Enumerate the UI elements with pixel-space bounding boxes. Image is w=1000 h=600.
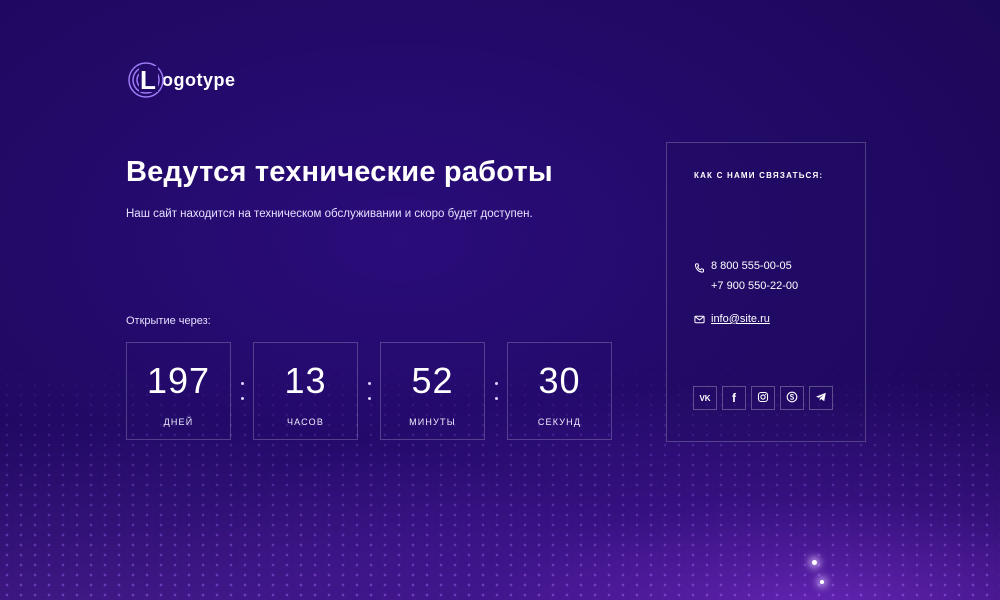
countdown-unit: ДНЕЙ (163, 417, 194, 427)
countdown-minutes: 52 МИНУТЫ (380, 342, 485, 440)
telegram-icon (815, 391, 827, 406)
vk-icon: VK (699, 393, 711, 403)
contact-heading: КАК С НАМИ СВЯЗАТЬСЯ: (694, 171, 824, 180)
countdown-value: 52 (411, 360, 454, 401)
countdown-value: 30 (538, 360, 581, 401)
logo[interactable]: L ogotype (128, 62, 236, 98)
countdown-separator (485, 342, 507, 440)
logo-text: ogotype (162, 69, 236, 90)
social-links: VK f (693, 386, 833, 410)
facebook-icon: f (732, 391, 736, 405)
countdown-unit: МИНУТЫ (409, 417, 456, 427)
countdown-unit: ЧАСОВ (286, 417, 325, 427)
countdown-value: 197 (146, 360, 211, 401)
page-subtitle: Наш сайт находится на техническом обслуж… (126, 208, 533, 220)
countdown-separator (358, 342, 380, 440)
vk-button[interactable]: VK (693, 386, 717, 410)
phone-link[interactable]: +7 900 550-22-00 (711, 276, 798, 296)
instagram-icon (757, 391, 769, 406)
countdown-separator (231, 342, 253, 440)
contact-card: КАК С НАМИ СВЯЗАТЬСЯ: 8 800 555-00-05 +7… (666, 142, 866, 442)
phone-icon (694, 261, 705, 273)
skype-button[interactable] (780, 386, 804, 410)
sparkle (820, 580, 824, 584)
mail-icon (694, 314, 705, 325)
telegram-button[interactable] (809, 386, 833, 410)
countdown-hours: 13 ЧАСОВ (253, 342, 358, 440)
email-block: info@site.ru (694, 313, 770, 325)
phone-link[interactable]: 8 800 555-00-05 (711, 256, 798, 276)
sparkle (812, 560, 817, 565)
logo-mark-icon: L (128, 62, 164, 98)
countdown-days: 197 ДНЕЙ (126, 342, 231, 440)
countdown-value: 13 (284, 360, 327, 401)
countdown-seconds: 30 СЕКУНД (507, 342, 612, 440)
countdown-unit: СЕКУНД (537, 417, 582, 427)
countdown-timer: 197 ДНЕЙ 13 ЧАСОВ 52 МИНУТЫ 30 СЕКУНД (126, 342, 612, 440)
facebook-button[interactable]: f (722, 386, 746, 410)
email-link[interactable]: info@site.ru (711, 313, 770, 325)
skype-icon (786, 391, 798, 406)
page-title: Ведутся технические работы (126, 156, 553, 188)
svg-text:L: L (140, 65, 156, 95)
instagram-button[interactable] (751, 386, 775, 410)
phone-block: 8 800 555-00-05 +7 900 550-22-00 (694, 260, 798, 296)
countdown-label: Открытие через: (126, 315, 211, 327)
